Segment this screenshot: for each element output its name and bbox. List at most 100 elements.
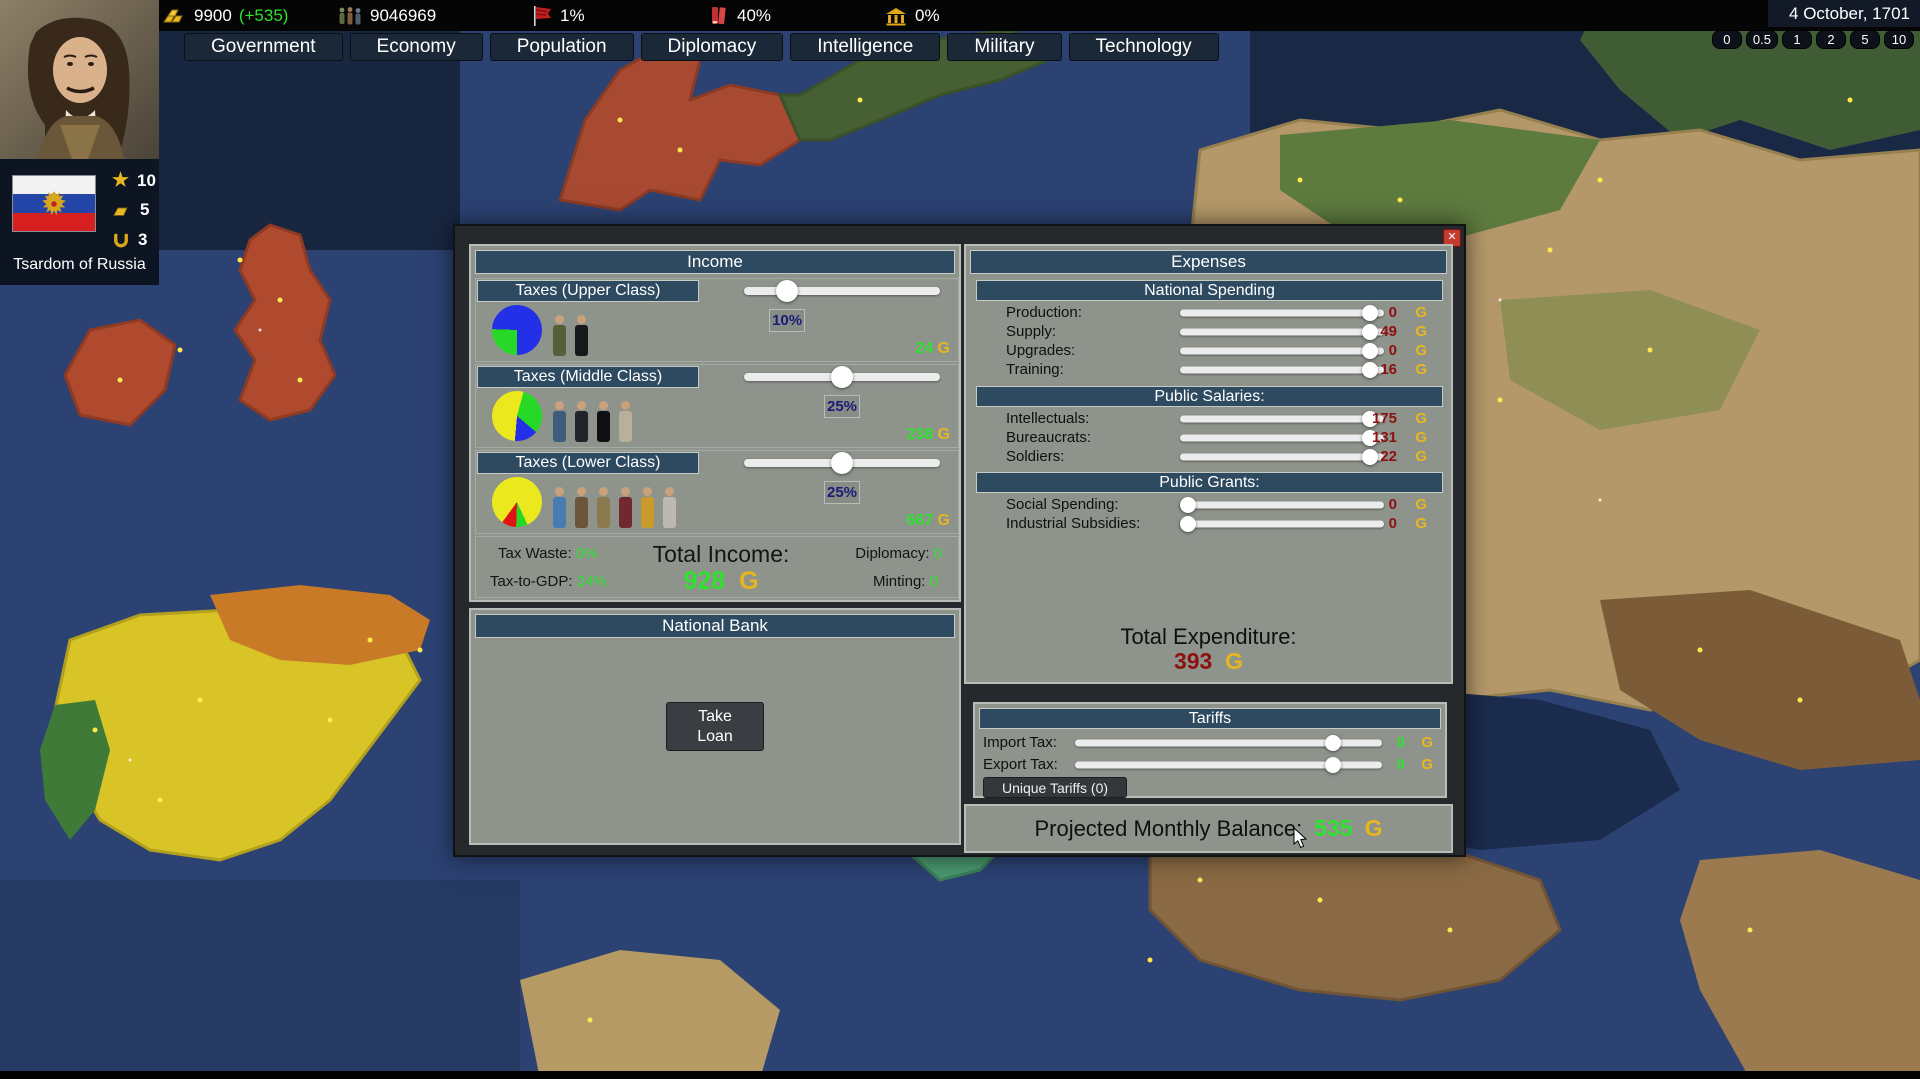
game-screen: 9900 (+535) 9046969 1% [0, 0, 1920, 1079]
speed-button-2[interactable]: 2 [1816, 30, 1846, 49]
slider-thumb[interactable] [831, 366, 853, 388]
unique-tariffs-button[interactable]: Unique Tariffs (0) [983, 777, 1127, 798]
upper-tax-slider[interactable] [744, 281, 940, 301]
slider-thumb[interactable] [831, 452, 853, 474]
tab-technology[interactable]: Technology [1069, 33, 1219, 61]
projected-monthly-balance: Projected Monthly Balance: 535 G [966, 806, 1451, 851]
tab-military[interactable]: Military [947, 33, 1061, 61]
total-expenditure-value: 393 G [966, 648, 1451, 675]
slider-thumb[interactable] [1325, 735, 1341, 751]
lower-class-figures [552, 479, 677, 529]
bank-value: 0% [915, 6, 940, 26]
income-panel: Income Taxes (Upper Class) 10% 24 G Taxe… [469, 244, 961, 602]
country-name: Tsardom of Russia [0, 256, 159, 274]
expense-row-soldiers: Soldiers: 22 G [976, 448, 1441, 467]
lower-tax-income: 667 G [906, 512, 950, 530]
literacy-value: 40% [737, 6, 771, 26]
tab-economy[interactable]: Economy [350, 33, 483, 61]
horseshoes-value: 3 [138, 230, 147, 250]
slider-track[interactable] [744, 287, 940, 295]
middle-tax-income: 238 G [906, 426, 950, 444]
middle-tax-slider[interactable] [744, 367, 940, 387]
prestige-stat: ★ 10 [112, 169, 156, 192]
group-national-spending: National Spending [976, 280, 1443, 301]
horseshoe-icon [112, 232, 130, 249]
citizen-figure [662, 487, 677, 529]
expense-row-industrial-subsidies: Industrial Subsidies: 0 G [976, 515, 1441, 534]
gold-amount: 9900 [194, 6, 232, 26]
population-stat: 9046969 [337, 0, 436, 31]
tax-waste: Tax Waste: 0% [498, 545, 598, 562]
citizen-figure [574, 401, 589, 443]
import-tax-row: Import Tax: 0 G [975, 734, 1445, 753]
tab-diplomacy[interactable]: Diplomacy [641, 33, 784, 61]
citizen-figure [552, 315, 567, 357]
tab-population[interactable]: Population [490, 33, 634, 61]
gold-icon [163, 7, 187, 24]
import-tax-slider[interactable] [1075, 736, 1382, 750]
citizen-figure [618, 487, 633, 529]
total-income-label: Total Income: [616, 541, 826, 568]
tax-to-gdp: Tax-to-GDP: 24% [490, 573, 607, 590]
export-tax-slider[interactable] [1075, 758, 1382, 772]
citizen-figure [596, 487, 611, 529]
citizen-figure [574, 487, 589, 529]
slider-thumb[interactable] [1180, 516, 1196, 532]
expense-row-social-spending: Social Spending: 0 G [976, 496, 1441, 515]
bank-stat: 0% [884, 0, 940, 31]
expense-row-training: Training: 16 G [976, 361, 1441, 380]
expense-row-production: Production: 0 G [976, 304, 1441, 323]
citizen-figure [552, 487, 567, 529]
speed-button-5[interactable]: 5 [1850, 30, 1880, 49]
citizen-figure [640, 487, 655, 529]
citizen-figure [552, 401, 567, 443]
expenses-panel: Expenses National Spending Production: 0… [964, 244, 1453, 684]
slider-thumb[interactable] [1325, 757, 1341, 773]
gold-delta: (+535) [239, 6, 289, 26]
bottom-bar [0, 1071, 1920, 1079]
star-icon: ★ [112, 169, 129, 192]
national-bank-title: National Bank [475, 614, 955, 638]
books-icon [708, 5, 730, 27]
main-menu-bar: Government Economy Population Diplomacy … [184, 33, 1219, 61]
national-bank-panel: National Bank Take Loan [469, 608, 961, 845]
group-public-salaries: Public Salaries: [976, 386, 1443, 407]
middle-tax-rate: 25% [824, 395, 860, 418]
lower-tax-rate: 25% [824, 481, 860, 504]
lower-tax-slider[interactable] [744, 453, 940, 473]
tax-section-title: Taxes (Middle Class) [477, 366, 699, 388]
expense-row-upgrades: Upgrades: 0 G [976, 342, 1441, 361]
red-flag-icon [531, 5, 553, 27]
tax-section-lower: Taxes (Lower Class) 25% 667 G [475, 450, 959, 534]
income-totals: Tax Waste: 0% Total Income: Diplomacy: 0… [475, 536, 959, 598]
tax-distribution-pie [492, 305, 542, 355]
tax-section-title: Taxes (Upper Class) [477, 280, 699, 302]
balance-currency: G [1365, 815, 1383, 842]
tab-intelligence[interactable]: Intelligence [790, 33, 940, 61]
tax-section-middle: Taxes (Middle Class) 25% 238 G [475, 364, 959, 448]
upper-tax-income: 24 G [915, 340, 950, 358]
tab-government[interactable]: Government [184, 33, 343, 61]
upper-tax-rate: 10% [769, 309, 805, 332]
slider-thumb[interactable] [1180, 497, 1196, 513]
speed-button-0[interactable]: 0 [1712, 30, 1742, 49]
citizen-figure [596, 401, 611, 443]
population-icon [337, 6, 363, 26]
balance-value: 535 [1314, 815, 1352, 842]
slider-thumb[interactable] [776, 280, 798, 302]
ruler-portrait[interactable] [0, 0, 159, 159]
expense-row-intellectuals: Intellectuals: 175 G [976, 410, 1441, 429]
horseshoes-stat: 3 [112, 230, 147, 250]
speed-button-1[interactable]: 1 [1782, 30, 1812, 49]
double-eagle-emblem [37, 187, 71, 221]
literacy-stat: 40% [708, 0, 771, 31]
economy-dialog: ✕ Income Taxes (Upper Class) 10% 24 G Ta [453, 224, 1466, 857]
speed-button-10[interactable]: 10 [1884, 30, 1914, 49]
upper-class-figures [552, 307, 589, 357]
tax-distribution-pie [492, 391, 542, 441]
speed-button-05[interactable]: 0.5 [1746, 30, 1778, 49]
take-loan-button[interactable]: Take Loan [666, 702, 764, 751]
country-flag[interactable] [12, 175, 96, 232]
game-date: 4 October, 1701 [1768, 0, 1920, 27]
middle-class-figures [552, 393, 633, 443]
